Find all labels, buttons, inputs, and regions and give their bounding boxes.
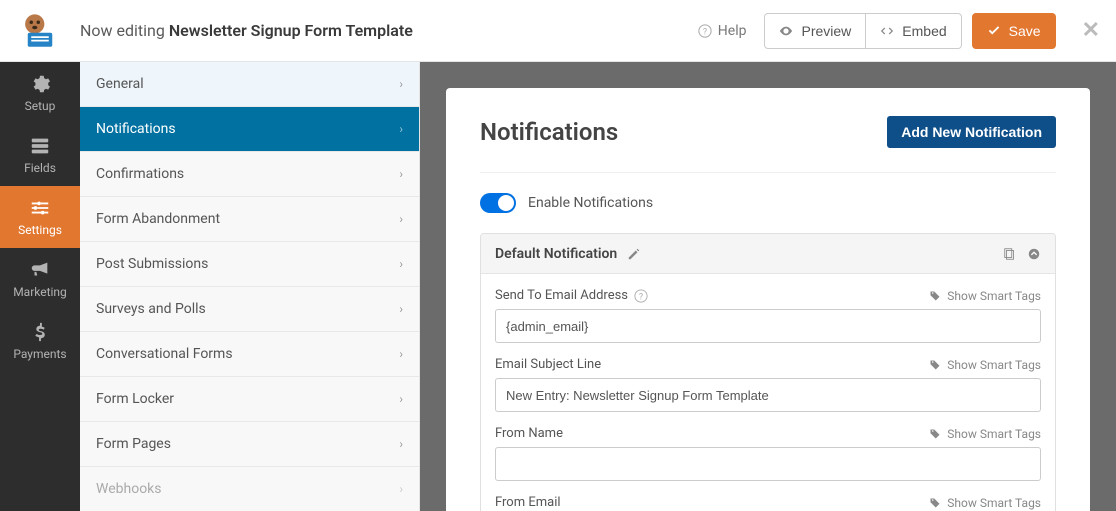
- chevron-right-icon: ›: [399, 257, 403, 271]
- svg-text:?: ?: [639, 292, 643, 302]
- page-title: Now editing Newsletter Signup Form Templ…: [80, 21, 698, 40]
- chevron-right-icon: ›: [399, 437, 403, 451]
- sidebar-item-marketing[interactable]: Marketing: [0, 248, 80, 310]
- chevron-right-icon: ›: [399, 77, 403, 91]
- help-icon: ?: [698, 24, 712, 38]
- chevron-right-icon: ›: [399, 167, 403, 181]
- sidebar-item-payments[interactable]: Payments: [0, 310, 80, 372]
- help-link[interactable]: ? Help: [698, 23, 747, 39]
- notification-title: Default Notification: [495, 246, 617, 262]
- field-label-subject: Email Subject Line: [495, 357, 601, 372]
- send-to-email-input[interactable]: [495, 309, 1041, 343]
- tag-icon: [929, 290, 941, 302]
- sidebar-item-settings[interactable]: Settings: [0, 186, 80, 248]
- eye-icon: [779, 24, 793, 38]
- embed-button[interactable]: Embed: [866, 13, 961, 49]
- subnav-item-general[interactable]: General›: [80, 62, 419, 107]
- dollar-icon: [29, 321, 51, 343]
- show-smart-tags-link[interactable]: Show Smart Tags: [929, 289, 1041, 303]
- chevron-right-icon: ›: [399, 347, 403, 361]
- help-icon[interactable]: ?: [634, 289, 648, 303]
- sidebar-item-fields[interactable]: Fields: [0, 124, 80, 186]
- chevron-right-icon: ›: [399, 212, 403, 226]
- code-icon: [880, 24, 894, 38]
- svg-text:?: ?: [703, 27, 707, 37]
- panel-heading: Notifications: [480, 118, 618, 146]
- subnav-item-form-abandonment[interactable]: Form Abandonment›: [80, 197, 419, 242]
- tag-icon: [929, 428, 941, 440]
- chevron-right-icon: ›: [399, 302, 403, 316]
- field-label-from-email: From Email: [495, 495, 561, 510]
- subnav-item-form-pages[interactable]: Form Pages›: [80, 422, 419, 467]
- subnav-item-surveys-and-polls[interactable]: Surveys and Polls›: [80, 287, 419, 332]
- bullhorn-icon: [29, 259, 51, 281]
- field-label-send-to: Send To Email Address: [495, 288, 628, 303]
- sliders-icon: [29, 197, 51, 219]
- subnav-item-post-submissions[interactable]: Post Submissions›: [80, 242, 419, 287]
- pencil-icon[interactable]: [627, 247, 641, 261]
- subnav-item-webhooks[interactable]: Webhooks›: [80, 467, 419, 511]
- sidebar-item-setup[interactable]: Setup: [0, 62, 80, 124]
- copy-icon[interactable]: [1003, 247, 1017, 261]
- subnav-item-notifications[interactable]: Notifications›: [80, 107, 419, 152]
- gear-icon: [29, 73, 51, 95]
- show-smart-tags-link[interactable]: Show Smart Tags: [929, 358, 1041, 372]
- email-subject-input[interactable]: [495, 378, 1041, 412]
- save-button[interactable]: Save: [972, 13, 1056, 49]
- from-name-input[interactable]: [495, 447, 1041, 481]
- tag-icon: [929, 359, 941, 371]
- app-logo: [0, 0, 80, 62]
- check-icon: [987, 24, 1001, 38]
- subnav-item-form-locker[interactable]: Form Locker›: [80, 377, 419, 422]
- field-label-from-name: From Name: [495, 426, 563, 441]
- tag-icon: [929, 497, 941, 509]
- chevron-right-icon: ›: [399, 482, 403, 496]
- enable-notifications-toggle[interactable]: [480, 193, 516, 213]
- show-smart-tags-link[interactable]: Show Smart Tags: [929, 496, 1041, 510]
- enable-notifications-label: Enable Notifications: [528, 195, 653, 211]
- preview-button[interactable]: Preview: [764, 13, 866, 49]
- add-new-notification-button[interactable]: Add New Notification: [887, 116, 1056, 148]
- chevron-right-icon: ›: [399, 122, 403, 136]
- subnav-item-confirmations[interactable]: Confirmations›: [80, 152, 419, 197]
- show-smart-tags-link[interactable]: Show Smart Tags: [929, 427, 1041, 441]
- collapse-icon[interactable]: [1027, 247, 1041, 261]
- subnav-item-conversational-forms[interactable]: Conversational Forms›: [80, 332, 419, 377]
- chevron-right-icon: ›: [399, 392, 403, 406]
- close-icon[interactable]: ✕: [1082, 18, 1100, 43]
- fields-icon: [29, 135, 51, 157]
